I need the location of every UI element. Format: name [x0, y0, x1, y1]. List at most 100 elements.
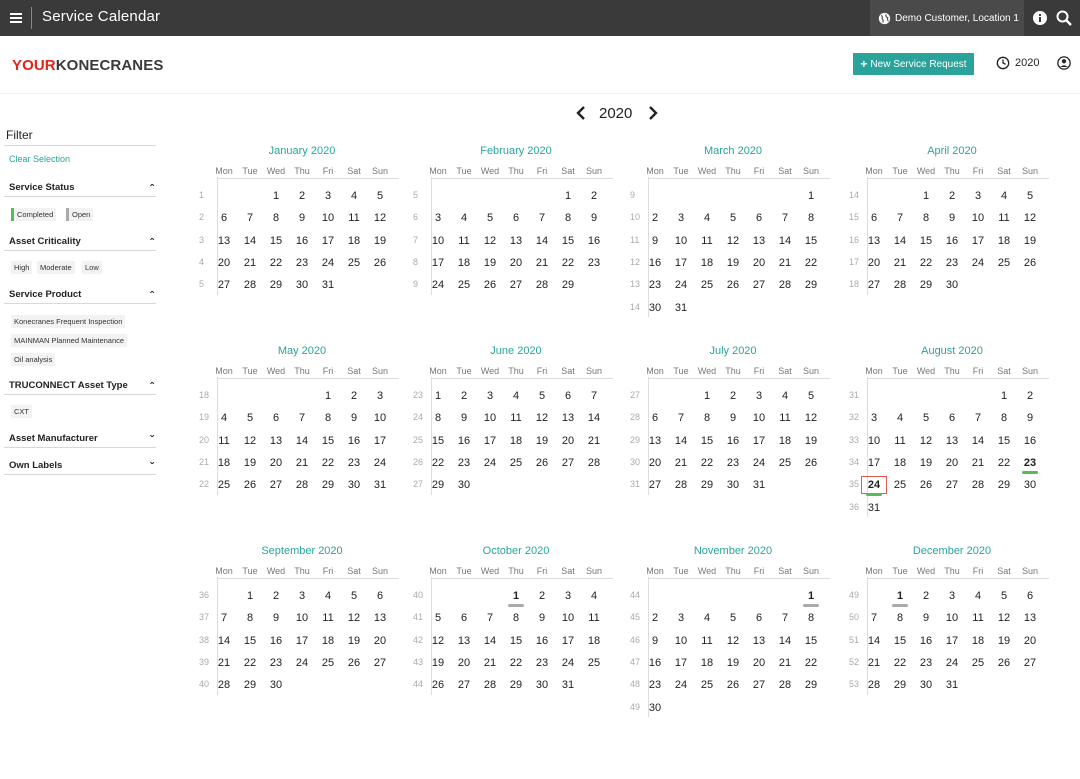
calendar-day[interactable]: 7 — [772, 209, 798, 227]
calendar-day[interactable]: 17 — [668, 654, 694, 672]
calendar-day[interactable]: 13 — [263, 432, 289, 450]
calendar-day[interactable]: 22 — [237, 654, 263, 672]
calendar-day[interactable]: 12 — [237, 432, 263, 450]
calendar-day[interactable]: 8 — [694, 409, 720, 427]
calendar-day[interactable]: 10 — [668, 632, 694, 650]
calendar-day[interactable]: 22 — [694, 454, 720, 472]
filter-chip[interactable]: Moderate — [37, 261, 75, 274]
calendar-day[interactable]: 2 — [451, 387, 477, 405]
calendar-day[interactable]: 24 — [555, 654, 581, 672]
calendar-day[interactable]: 25 — [581, 654, 607, 672]
calendar-day[interactable]: 25 — [991, 254, 1017, 272]
calendar-day[interactable]: 22 — [555, 254, 581, 272]
calendar-day[interactable]: 21 — [861, 654, 887, 672]
calendar-day[interactable]: 4 — [694, 609, 720, 627]
calendar-day[interactable]: 23 — [581, 254, 607, 272]
calendar-day[interactable]: 3 — [289, 587, 315, 605]
calendar-day[interactable]: 8 — [913, 209, 939, 227]
calendar-day[interactable]: 23 — [263, 654, 289, 672]
calendar-day[interactable]: 19 — [798, 432, 824, 450]
calendar-day[interactable]: 9 — [341, 409, 367, 427]
calendar-day-completed[interactable]: 24 — [861, 476, 887, 497]
calendar-day[interactable]: 27 — [861, 276, 887, 294]
calendar-day[interactable]: 31 — [555, 676, 581, 694]
calendar-day[interactable]: 22 — [887, 654, 913, 672]
calendar-day[interactable]: 5 — [1017, 187, 1043, 205]
calendar-day[interactable]: 12 — [720, 232, 746, 250]
calendar-day[interactable]: 5 — [367, 187, 393, 205]
calendar-day[interactable]: 22 — [798, 654, 824, 672]
calendar-day[interactable]: 11 — [991, 209, 1017, 227]
calendar-day[interactable]: 20 — [211, 254, 237, 272]
calendar-day[interactable]: 30 — [451, 476, 477, 494]
calendar-day[interactable]: 21 — [887, 254, 913, 272]
calendar-day[interactable]: 29 — [503, 676, 529, 694]
calendar-day[interactable]: 5 — [720, 609, 746, 627]
calendar-day[interactable]: 19 — [720, 254, 746, 272]
filter-chip[interactable]: CXT — [11, 405, 32, 418]
calendar-day[interactable]: 30 — [642, 299, 668, 317]
calendar-day[interactable]: 27 — [746, 676, 772, 694]
calendar-day[interactable]: 27 — [555, 454, 581, 472]
calendar-day[interactable]: 10 — [555, 609, 581, 627]
calendar-day[interactable]: 8 — [425, 409, 451, 427]
calendar-day[interactable]: 6 — [1017, 587, 1043, 605]
calendar-day[interactable]: 6 — [861, 209, 887, 227]
calendar-day[interactable]: 6 — [746, 209, 772, 227]
calendar-day[interactable]: 4 — [503, 387, 529, 405]
calendar-day[interactable]: 3 — [668, 609, 694, 627]
info-icon[interactable] — [1031, 9, 1049, 27]
filter-section-3[interactable]: Service Product ˆ — [9, 289, 156, 303]
calendar-day[interactable]: 27 — [367, 654, 393, 672]
search-icon[interactable] — [1055, 9, 1073, 27]
calendar-day[interactable]: 15 — [555, 232, 581, 250]
calendar-day[interactable]: 6 — [746, 609, 772, 627]
calendar-day[interactable]: 8 — [798, 209, 824, 227]
calendar-day[interactable]: 23 — [529, 654, 555, 672]
calendar-day[interactable]: 4 — [772, 387, 798, 405]
chevron-up-icon[interactable]: ˆ — [150, 380, 154, 394]
calendar-day[interactable]: 5 — [720, 209, 746, 227]
calendar-day[interactable]: 15 — [887, 632, 913, 650]
calendar-day[interactable]: 15 — [798, 632, 824, 650]
calendar-day[interactable]: 8 — [237, 609, 263, 627]
calendar-day[interactable]: 11 — [211, 432, 237, 450]
calendar-day[interactable]: 12 — [913, 432, 939, 450]
calendar-day[interactable]: 22 — [798, 254, 824, 272]
calendar-day[interactable]: 20 — [861, 254, 887, 272]
calendar-day[interactable]: 19 — [237, 454, 263, 472]
calendar-day[interactable]: 18 — [772, 432, 798, 450]
calendar-day[interactable]: 21 — [668, 454, 694, 472]
calendar-day[interactable]: 7 — [668, 409, 694, 427]
calendar-day[interactable]: 20 — [746, 654, 772, 672]
calendar-day[interactable]: 2 — [581, 187, 607, 205]
calendar-day[interactable]: 10 — [289, 609, 315, 627]
calendar-day[interactable]: 9 — [529, 609, 555, 627]
calendar-day[interactable]: 17 — [289, 632, 315, 650]
calendar-day[interactable]: 9 — [581, 209, 607, 227]
calendar-day[interactable]: 10 — [965, 209, 991, 227]
calendar-day[interactable]: 16 — [289, 232, 315, 250]
calendar-day[interactable]: 7 — [965, 409, 991, 427]
calendar-day[interactable]: 17 — [425, 254, 451, 272]
chevron-up-icon[interactable]: ˆ — [150, 289, 154, 303]
calendar-day[interactable]: 25 — [887, 476, 913, 494]
calendar-day[interactable]: 15 — [503, 632, 529, 650]
calendar-day[interactable]: 2 — [642, 609, 668, 627]
calendar-day[interactable]: 11 — [887, 432, 913, 450]
calendar-day[interactable]: 4 — [451, 209, 477, 227]
customer-location-selector[interactable]: Demo Customer, Location 1 — [870, 0, 1024, 36]
hamburger-menu-icon[interactable] — [6, 8, 26, 28]
calendar-day[interactable]: 12 — [798, 409, 824, 427]
calendar-day[interactable]: 6 — [503, 209, 529, 227]
calendar-day[interactable]: 4 — [694, 209, 720, 227]
calendar-day[interactable]: 28 — [668, 476, 694, 494]
calendar-day[interactable]: 19 — [367, 232, 393, 250]
calendar-day[interactable]: 16 — [529, 632, 555, 650]
calendar-day[interactable]: 12 — [1017, 209, 1043, 227]
calendar-day[interactable]: 3 — [367, 387, 393, 405]
calendar-day[interactable]: 26 — [1017, 254, 1043, 272]
calendar-day[interactable]: 24 — [746, 454, 772, 472]
calendar-day[interactable]: 2 — [529, 587, 555, 605]
calendar-day[interactable]: 14 — [211, 632, 237, 650]
